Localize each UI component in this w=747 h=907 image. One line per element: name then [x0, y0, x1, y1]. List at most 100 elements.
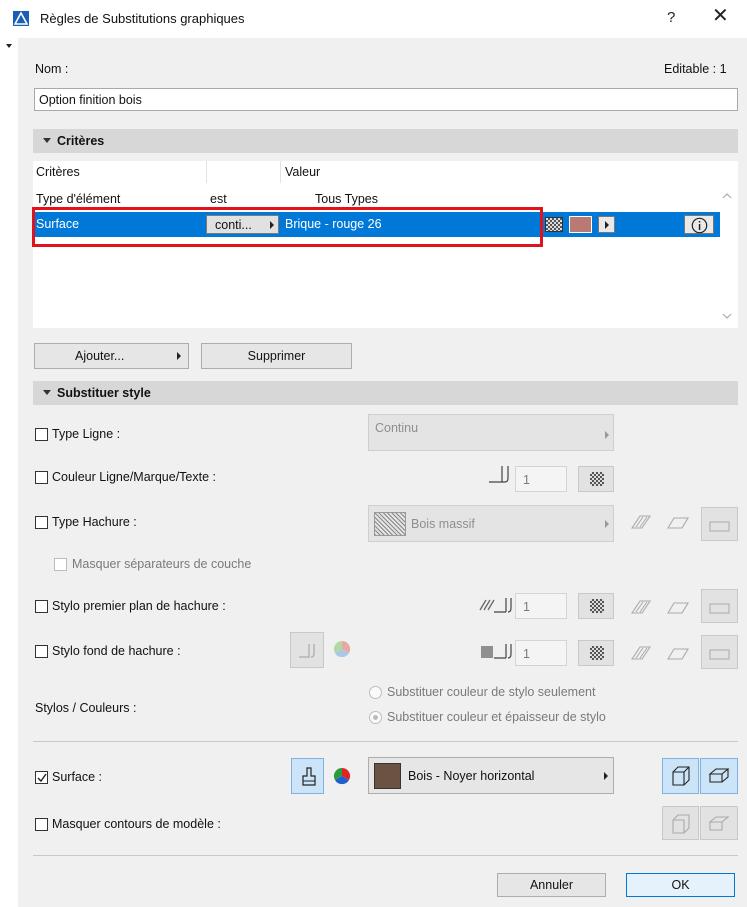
hatch-orientation-icon[interactable]	[628, 643, 654, 663]
criteres-section-header[interactable]: Critères	[33, 129, 738, 153]
surface-label: Surface :	[52, 770, 103, 784]
stylos-couleurs-label: Stylos / Couleurs :	[35, 701, 137, 715]
window-title: Règles de Substitutions graphiques	[40, 11, 245, 26]
col-divider	[280, 161, 281, 183]
stylo-premier-pen-field[interactable]: 1	[515, 593, 567, 619]
radio-couleur-epaisseur-label: Substituer couleur et épaisseur de stylo	[387, 710, 606, 724]
type-hachure-label: Type Hachure :	[52, 515, 137, 529]
delete-criterion-button[interactable]: Supprimer	[201, 343, 352, 369]
type-hachure-checkbox[interactable]	[35, 516, 48, 529]
masquer-separateurs-label: Masquer séparateurs de couche	[72, 557, 252, 571]
collapse-triangle-icon	[43, 138, 51, 143]
couleur-pen-field[interactable]: 1	[515, 466, 567, 492]
hatch-3d-icon	[709, 603, 730, 614]
contour-button[interactable]	[662, 806, 699, 840]
ok-button[interactable]: OK	[626, 873, 735, 897]
close-button[interactable]: ✕	[712, 6, 729, 26]
pen-palette-icon	[590, 599, 604, 613]
pen-table-button[interactable]	[578, 640, 614, 666]
radio-couleur-seulement[interactable]	[369, 686, 382, 699]
surface-value: Bois - Noyer horizontal	[408, 769, 535, 783]
pen-number: 1	[523, 600, 530, 614]
archicad-app-icon	[13, 11, 29, 26]
color-fill	[570, 217, 591, 232]
hatch-surface-icon[interactable]	[665, 597, 691, 617]
color-wheel-icon[interactable]	[333, 767, 351, 785]
pen-number: 1	[523, 473, 530, 487]
info-icon	[691, 217, 708, 234]
pen-table-button[interactable]	[578, 466, 614, 492]
nom-value: Option finition bois	[39, 93, 142, 107]
hatch-orientation-icon[interactable]	[628, 512, 654, 532]
dropdown-arrow-icon	[605, 520, 609, 528]
col-header-criteres: Critères	[36, 165, 80, 179]
type-hachure-value: Bois massif	[411, 517, 475, 531]
radio-couleur-epaisseur[interactable]	[369, 711, 382, 724]
add-criterion-button[interactable]: Ajouter...	[34, 343, 189, 369]
contour-cube-alt-icon	[708, 816, 730, 831]
hatch-surface-icon[interactable]	[665, 512, 691, 532]
stylo-fond-pen-field[interactable]: 1	[515, 640, 567, 666]
paint-brush-icon	[302, 767, 316, 786]
dropdown-arrow-icon	[605, 431, 609, 439]
hatch-orientation-icon[interactable]	[628, 597, 654, 617]
col-header-valeur: Valeur	[285, 165, 321, 179]
contour-cube-icon	[672, 814, 690, 834]
surface-checkbox[interactable]	[35, 771, 48, 784]
type-ligne-checkbox[interactable]	[35, 428, 48, 441]
surface-color-swatch[interactable]	[569, 216, 592, 233]
pen-number: 1	[523, 647, 530, 661]
color-wheel-icon[interactable]	[333, 640, 351, 658]
divider	[33, 741, 738, 742]
masquer-separateurs-checkbox[interactable]	[54, 558, 67, 571]
hatch-3d-icon	[709, 521, 730, 532]
nom-label: Nom :	[35, 62, 69, 76]
transparent-pen-button[interactable]	[290, 632, 324, 668]
surface-picker-button[interactable]	[598, 216, 615, 233]
col-divider	[206, 161, 207, 183]
type-hachure-dropdown[interactable]: Bois massif	[368, 505, 614, 542]
hatch-3d-button[interactable]	[701, 635, 738, 669]
hatch-3d-button[interactable]	[701, 589, 738, 623]
nom-input[interactable]: Option finition bois	[34, 88, 738, 111]
hatch-3d-icon	[709, 649, 730, 660]
scroll-up-icon[interactable]	[721, 191, 733, 201]
radio-couleur-seulement-label: Substituer couleur de stylo seulement	[387, 685, 596, 699]
couleur-ligne-checkbox[interactable]	[35, 471, 48, 484]
type-ligne-dropdown[interactable]: Continu	[368, 414, 614, 451]
surface-brush-button[interactable]	[291, 758, 324, 794]
surface-cube-icon	[672, 766, 690, 786]
foreground-pen-icon	[479, 598, 512, 613]
cancel-button[interactable]: Annuler	[497, 873, 606, 897]
background-pen-icon	[481, 644, 512, 659]
contour-alt-button[interactable]	[700, 806, 738, 840]
hatch-surface-icon[interactable]	[665, 643, 691, 663]
stylo-fond-checkbox[interactable]	[35, 645, 48, 658]
surface-override-button[interactable]	[662, 758, 699, 794]
substituer-section-title: Substituer style	[57, 386, 151, 400]
pen-table-button[interactable]	[578, 593, 614, 619]
surface-cube-alt-icon	[708, 768, 730, 783]
dropdown-arrow-icon	[604, 772, 608, 780]
hatch-3d-button[interactable]	[701, 507, 738, 541]
stylo-premier-checkbox[interactable]	[35, 600, 48, 613]
highlight-annotation-frame	[32, 207, 543, 247]
row-value: Tous Types	[315, 192, 379, 206]
masquer-contours-label: Masquer contours de modèle :	[52, 817, 221, 831]
type-ligne-label: Type Ligne :	[52, 427, 121, 441]
pen-palette-icon	[590, 646, 604, 660]
caret-down-icon	[6, 44, 12, 48]
substituer-section-header[interactable]: Substituer style	[33, 381, 738, 405]
editable-count: Editable : 1	[664, 62, 727, 76]
surface-override-alt-button[interactable]	[700, 758, 738, 794]
pen-palette-icon	[590, 472, 604, 486]
surface-swatch	[374, 763, 401, 789]
surface-dropdown[interactable]: Bois - Noyer horizontal	[368, 757, 614, 794]
help-button[interactable]: ?	[667, 9, 675, 26]
masquer-contours-checkbox[interactable]	[35, 818, 48, 831]
couleur-ligne-label: Couleur Ligne/Marque/Texte :	[52, 470, 216, 484]
stylo-fond-label: Stylo fond de hachure :	[52, 644, 181, 658]
checkmark-icon	[37, 773, 47, 783]
scroll-down-icon[interactable]	[721, 311, 733, 321]
info-button[interactable]	[684, 215, 714, 234]
